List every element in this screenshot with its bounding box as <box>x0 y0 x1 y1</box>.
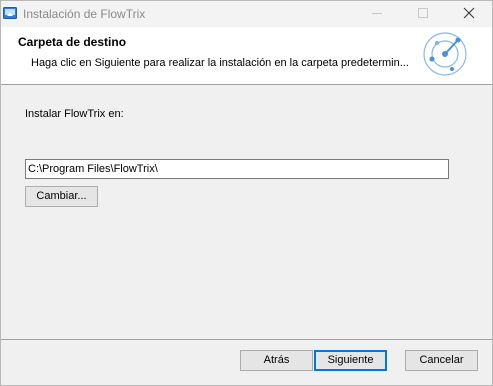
installer-app-icon <box>3 6 17 20</box>
maximize-icon <box>418 8 428 18</box>
installer-window: Instalación de FlowTrix Carpeta de desti… <box>0 0 493 386</box>
cancel-button[interactable]: Cancelar <box>405 350 478 371</box>
page-title: Carpeta de destino <box>18 35 127 49</box>
close-icon <box>463 7 475 19</box>
header-banner: Carpeta de destino Haga clic en Siguient… <box>1 27 492 85</box>
title-bar[interactable]: Instalación de FlowTrix <box>1 1 492 27</box>
maximize-button[interactable] <box>400 1 446 27</box>
change-folder-button[interactable]: Cambiar... <box>25 186 98 207</box>
install-location-label: Instalar FlowTrix en: <box>25 108 124 120</box>
install-path-field[interactable] <box>25 159 449 179</box>
next-button[interactable]: Siguiente <box>314 350 387 371</box>
footer-divider <box>1 339 492 340</box>
back-button[interactable]: Atrás <box>240 350 313 371</box>
close-button[interactable] <box>446 1 492 27</box>
flowtrix-logo-icon <box>420 29 470 79</box>
minimize-icon <box>372 13 382 14</box>
window-title: Instalación de FlowTrix <box>23 7 146 21</box>
page-description: Haga clic en Siguiente para realizar la … <box>31 57 409 69</box>
minimize-button[interactable] <box>354 1 400 27</box>
